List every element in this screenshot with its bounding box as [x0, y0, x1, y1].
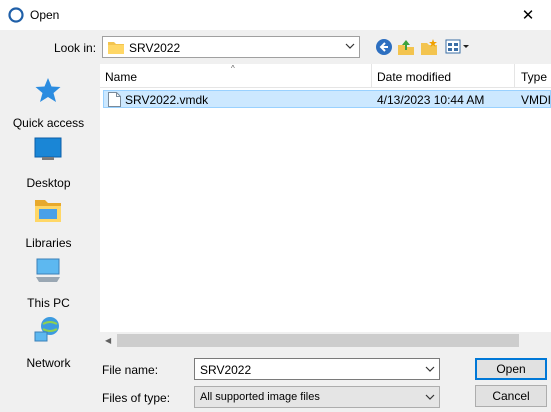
close-icon: ✕: [521, 7, 535, 24]
file-type-select[interactable]: All supported image files: [194, 386, 440, 408]
open-button[interactable]: Open: [475, 358, 547, 380]
file-list[interactable]: ^ Name Date modified Type SRV2022.vmdk 4…: [100, 64, 551, 349]
new-folder-icon[interactable]: [420, 38, 438, 56]
file-date-cell: 4/13/2023 10:44 AM: [377, 93, 485, 107]
app-icon: [8, 7, 24, 23]
pc-icon: [36, 258, 60, 282]
chevron-down-icon[interactable]: [424, 363, 436, 375]
star-icon: [35, 78, 61, 102]
file-icon: [108, 92, 121, 107]
file-type-label: Files of type:: [102, 391, 171, 405]
place-network[interactable]: Network: [0, 316, 97, 376]
cancel-button[interactable]: Cancel: [475, 385, 547, 407]
view-menu-icon[interactable]: [445, 38, 471, 56]
place-label: Network: [26, 356, 71, 370]
file-name-input[interactable]: SRV2022: [200, 363, 251, 377]
place-desktop[interactable]: Desktop: [0, 136, 97, 196]
horizontal-scrollbar[interactable]: ◀: [100, 332, 551, 349]
up-folder-icon[interactable]: [397, 38, 415, 56]
look-in-value: SRV2022: [129, 41, 181, 55]
look-in-dropdown[interactable]: SRV2022: [102, 36, 360, 58]
file-name-label: File name:: [102, 363, 159, 377]
back-icon[interactable]: [375, 38, 393, 56]
chevron-down-icon: [425, 394, 435, 400]
desktop-icon: [34, 137, 62, 160]
libraries-icon: [35, 200, 61, 222]
close-button[interactable]: ✕: [505, 0, 551, 30]
column-header-name[interactable]: Name: [105, 70, 137, 84]
file-type-value: All supported image files: [200, 391, 320, 403]
place-label: Libraries: [25, 236, 72, 250]
place-label: Desktop: [26, 176, 71, 190]
file-type-cell: VMDI: [521, 93, 551, 107]
column-header-row: ^ Name Date modified Type: [100, 64, 551, 88]
scrollbar-thumb[interactable]: [117, 334, 519, 347]
column-header-date[interactable]: Date modified: [377, 70, 451, 84]
column-divider[interactable]: [514, 64, 515, 88]
title-bar: Open ✕: [0, 0, 551, 30]
place-label: Quick access: [12, 116, 85, 130]
file-row[interactable]: SRV2022.vmdk 4/13/2023 10:44 AM VMDI: [103, 90, 551, 108]
file-name-cell: SRV2022.vmdk: [125, 93, 209, 107]
sort-ascending-icon: ^: [231, 64, 235, 73]
chevron-down-icon: [345, 43, 355, 49]
scroll-left-icon[interactable]: ◀: [105, 336, 111, 345]
file-name-combo[interactable]: SRV2022: [194, 358, 440, 380]
column-header-type[interactable]: Type: [521, 70, 547, 84]
window-title: Open: [30, 8, 60, 22]
place-this-pc[interactable]: This PC: [0, 256, 97, 316]
folder-icon: [108, 42, 124, 54]
column-divider[interactable]: [371, 64, 372, 88]
places-bar: Quick access Desktop Libraries This PC N…: [0, 64, 97, 370]
place-quick-access[interactable]: Quick access: [0, 76, 97, 136]
look-in-label: Look in:: [54, 41, 97, 55]
network-icon: [34, 317, 59, 342]
place-label: This PC: [27, 296, 70, 310]
place-libraries[interactable]: Libraries: [0, 196, 97, 256]
